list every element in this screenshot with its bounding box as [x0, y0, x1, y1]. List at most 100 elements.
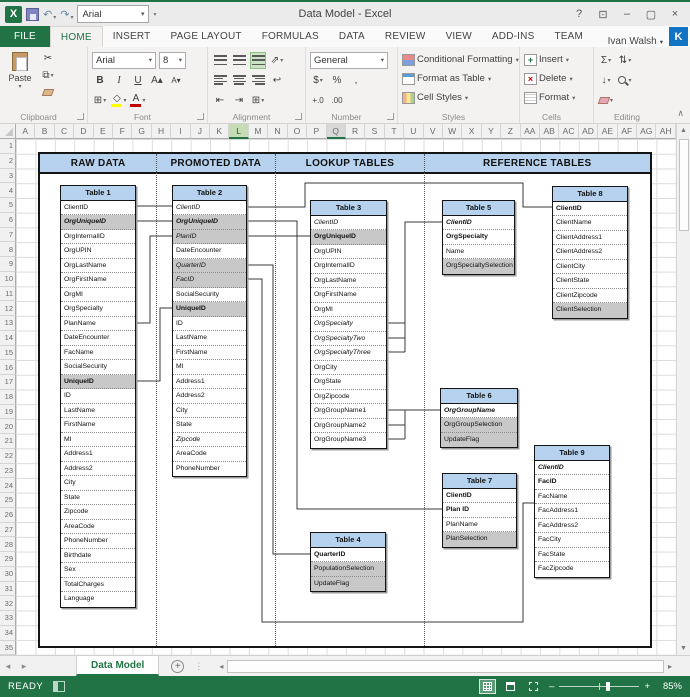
- row-header-6[interactable]: 6: [0, 213, 16, 228]
- bold-button[interactable]: B: [92, 72, 108, 89]
- tab-page-layout[interactable]: PAGE LAYOUT: [160, 26, 251, 47]
- tab-file[interactable]: FILE: [0, 26, 50, 47]
- row-header-33[interactable]: 33: [0, 611, 16, 626]
- row-header-3[interactable]: 3: [0, 169, 16, 184]
- align-left-button[interactable]: [212, 72, 228, 89]
- row-header-16[interactable]: 16: [0, 360, 16, 375]
- clipboard-dialog-launcher-icon[interactable]: [77, 113, 84, 120]
- italic-button[interactable]: I: [111, 72, 127, 89]
- row-header-20[interactable]: 20: [0, 419, 16, 434]
- row-header-18[interactable]: 18: [0, 390, 16, 405]
- column-header-AD[interactable]: AD: [579, 124, 598, 139]
- tab-formulas[interactable]: FORMULAS: [252, 26, 329, 47]
- zoom-out-button[interactable]: –: [549, 681, 554, 692]
- tab-view[interactable]: VIEW: [436, 26, 482, 47]
- horizontal-scrollbar[interactable]: ◂ ▸: [215, 659, 676, 674]
- normal-view-button[interactable]: [480, 680, 495, 693]
- redo-button[interactable]: ↷▾: [60, 8, 73, 21]
- db-table-table-5[interactable]: Table 5ClientIDOrgSpecialtyNameOrgSpecia…: [442, 200, 515, 275]
- qat-customize-button[interactable]: ▾: [153, 11, 156, 18]
- horizontal-scrollbar-thumb[interactable]: [227, 660, 664, 673]
- borders-button[interactable]: ⊞▾: [92, 92, 108, 109]
- row-header-7[interactable]: 7: [0, 228, 16, 243]
- vertical-scrollbar-thumb[interactable]: [679, 139, 689, 231]
- column-header-W[interactable]: W: [443, 124, 462, 139]
- format-painter-button[interactable]: [40, 84, 56, 101]
- column-header-F[interactable]: F: [113, 124, 132, 139]
- column-header-P[interactable]: P: [307, 124, 326, 139]
- cell-styles-button[interactable]: Cell Styles▾: [402, 88, 515, 107]
- tab-insert[interactable]: INSERT: [103, 26, 161, 47]
- tab-add-ins[interactable]: ADD-INS: [482, 26, 545, 47]
- row-header-25[interactable]: 25: [0, 493, 16, 508]
- close-button[interactable]: ×: [664, 4, 686, 24]
- help-button[interactable]: ?: [568, 4, 590, 24]
- column-header-C[interactable]: C: [55, 124, 74, 139]
- row-header-28[interactable]: 28: [0, 537, 16, 552]
- align-center-button[interactable]: [231, 72, 247, 89]
- column-header-R[interactable]: R: [346, 124, 365, 139]
- row-header-23[interactable]: 23: [0, 464, 16, 479]
- column-header-H[interactable]: H: [152, 124, 171, 139]
- scroll-up-icon[interactable]: ▲: [680, 124, 687, 137]
- zoom-in-button[interactable]: +: [644, 681, 650, 692]
- column-header-AH[interactable]: AH: [656, 124, 675, 139]
- macro-record-icon[interactable]: [53, 681, 65, 692]
- avatar[interactable]: K: [669, 27, 688, 46]
- ribbon-display-options-button[interactable]: ⊡: [592, 4, 614, 24]
- column-header-AC[interactable]: AC: [559, 124, 578, 139]
- sort-filter-button[interactable]: ⇅▾: [617, 52, 633, 69]
- tab-data[interactable]: DATA: [329, 26, 375, 47]
- sheet-tab-data-model[interactable]: Data Model: [76, 656, 159, 676]
- row-header-29[interactable]: 29: [0, 552, 16, 567]
- undo-button[interactable]: ↶▾: [43, 8, 56, 21]
- conditional-formatting-button[interactable]: Conditional Formatting▾: [402, 50, 515, 69]
- find-select-button[interactable]: ▾: [617, 72, 633, 89]
- grow-font-button[interactable]: A▴: [149, 72, 165, 89]
- align-middle-button[interactable]: [231, 52, 247, 69]
- vertical-scrollbar[interactable]: ▲ ▼: [676, 124, 690, 655]
- align-top-button[interactable]: [212, 52, 228, 69]
- column-header-Q[interactable]: Q: [327, 124, 346, 139]
- column-header-U[interactable]: U: [404, 124, 423, 139]
- row-header-12[interactable]: 12: [0, 301, 16, 316]
- column-header-O[interactable]: O: [288, 124, 307, 139]
- column-header-D[interactable]: D: [74, 124, 93, 139]
- fill-button[interactable]: ↓▾: [598, 72, 614, 89]
- copy-button[interactable]: ⧉▾: [40, 67, 56, 84]
- insert-button[interactable]: +Insert▾: [524, 50, 589, 69]
- column-header-E[interactable]: E: [94, 124, 113, 139]
- scroll-right-icon[interactable]: ▸: [664, 662, 676, 671]
- row-header-1[interactable]: 1: [0, 139, 16, 154]
- column-header-AF[interactable]: AF: [618, 124, 637, 139]
- maximize-button[interactable]: ▢: [640, 4, 662, 24]
- scroll-down-icon[interactable]: ▼: [680, 642, 687, 655]
- tab-home[interactable]: HOME: [50, 26, 103, 47]
- sheet-nav-left-icon[interactable]: ◂: [0, 661, 16, 672]
- percent-style-button[interactable]: %: [329, 72, 345, 89]
- zoom-slider-thumb[interactable]: [606, 682, 610, 691]
- column-header-N[interactable]: N: [268, 124, 287, 139]
- shrink-font-button[interactable]: A▾: [168, 72, 184, 89]
- row-header-11[interactable]: 11: [0, 287, 16, 302]
- db-table-table-9[interactable]: Table 9ClientIDFacIDFacNameFacAddress1Fa…: [534, 445, 610, 578]
- minimize-button[interactable]: –: [616, 4, 638, 24]
- row-header-22[interactable]: 22: [0, 449, 16, 464]
- column-header-J[interactable]: J: [191, 124, 210, 139]
- underline-button[interactable]: U: [130, 72, 146, 89]
- column-header-L[interactable]: L: [229, 124, 248, 139]
- increase-indent-button[interactable]: ⇥: [231, 92, 247, 109]
- column-header-AG[interactable]: AG: [637, 124, 656, 139]
- alignment-dialog-launcher-icon[interactable]: [295, 113, 302, 120]
- row-header-9[interactable]: 9: [0, 257, 16, 272]
- column-header-G[interactable]: G: [132, 124, 151, 139]
- db-table-table-6[interactable]: Table 6OrgGroupNameOrgGroupSelectionUpda…: [440, 388, 518, 448]
- row-header-2[interactable]: 2: [0, 154, 16, 169]
- decrease-decimal-button[interactable]: .00: [329, 92, 345, 109]
- row-header-13[interactable]: 13: [0, 316, 16, 331]
- collapse-ribbon-icon[interactable]: ∧: [677, 108, 684, 119]
- tab-review[interactable]: REVIEW: [375, 26, 436, 47]
- row-header-27[interactable]: 27: [0, 523, 16, 538]
- row-header-35[interactable]: 35: [0, 641, 16, 656]
- font-name-combo[interactable]: Arial▾: [92, 52, 156, 69]
